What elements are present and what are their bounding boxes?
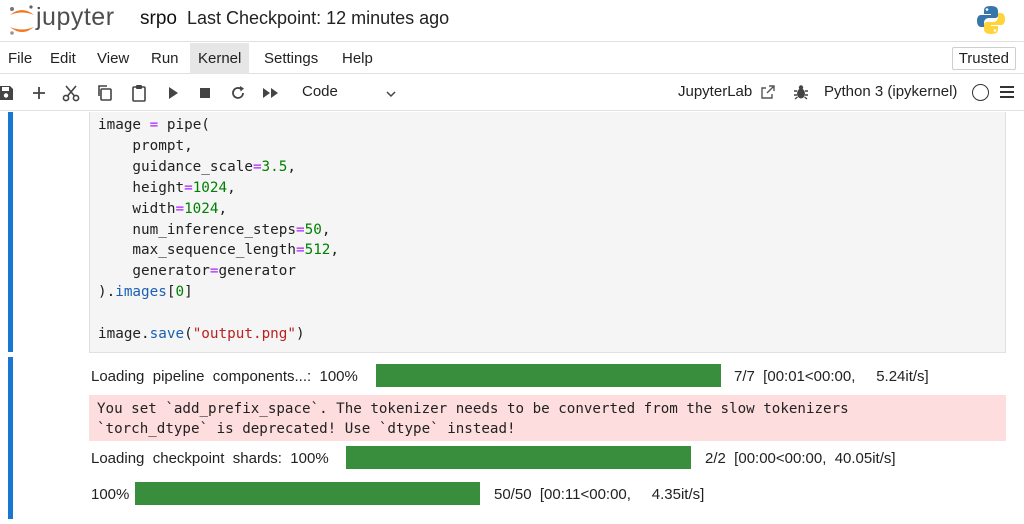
code-editor[interactable]: image = pipe( prompt, guidance_scale=3.5… <box>89 112 1006 353</box>
python-logo-icon <box>977 6 1005 34</box>
menu-file[interactable]: File <box>0 43 40 74</box>
code-line-8: generator=generator <box>98 263 296 280</box>
debugger-bug-icon[interactable] <box>792 83 810 101</box>
external-link-icon[interactable] <box>760 84 776 100</box>
paste-icon[interactable] <box>129 83 149 103</box>
progress-stats-shards: 2/2 [00:00<00:00, 40.05it/s] <box>705 450 896 467</box>
chevron-down-icon[interactable] <box>384 87 398 101</box>
notebook-name[interactable]: srpo <box>140 8 177 30</box>
checkpoint-status: Last Checkpoint: 12 minutes ago <box>187 8 450 28</box>
menu-kernel[interactable]: Kernel <box>190 43 250 74</box>
code-line-9: ).images[0] <box>98 284 193 301</box>
add-cell-icon[interactable] <box>29 83 49 103</box>
code-line-1: image = pipe( <box>98 117 210 133</box>
code-text[interactable]: image = pipe( prompt, guidance_scale=3.5… <box>98 115 339 345</box>
menu-edit[interactable]: Edit <box>42 43 84 74</box>
open-jupyterlab-button[interactable]: JupyterLab <box>678 83 752 100</box>
progress-stats-pipeline: 7/7 [00:01<00:00, 5.24it/s] <box>734 368 929 385</box>
notebook-panel: image = pipe( prompt, guidance_scale=3.5… <box>0 112 1024 524</box>
copy-icon[interactable] <box>95 83 115 103</box>
save-icon[interactable] <box>0 83 16 103</box>
menu-help[interactable]: Help <box>334 43 381 74</box>
progress-label-shards: Loading checkpoint shards: 100% <box>91 450 329 467</box>
stop-icon[interactable] <box>195 83 215 103</box>
code-line-11: image.save("output.png") <box>98 326 305 343</box>
output-collapser[interactable] <box>8 357 13 519</box>
restart-icon[interactable] <box>228 83 248 103</box>
cut-icon[interactable] <box>61 83 81 103</box>
progress-stats-inference: 50/50 [00:11<00:00, 4.35it/s] <box>494 486 705 503</box>
menu-hamburger-icon[interactable] <box>999 85 1015 99</box>
run-all-icon[interactable] <box>261 83 281 103</box>
run-icon[interactable] <box>163 83 183 103</box>
stderr-output: You set `add_prefix_space`. The tokenize… <box>89 395 1006 441</box>
code-line-3: guidance_scale=3.5, <box>98 158 296 175</box>
stderr-line-1: You set `add_prefix_space`. The tokenize… <box>97 401 849 417</box>
code-line-2: prompt, <box>98 137 193 154</box>
menu-bar: File Edit View Run Kernel Settings Help … <box>0 43 1024 74</box>
cell-type-select[interactable]: Code <box>302 83 338 100</box>
progress-label-pipeline: Loading pipeline components...: 100% <box>91 368 358 385</box>
notebook-toolbar: Code JupyterLab Python 3 (ipykernel) <box>0 75 1024 111</box>
code-line-4: height=1024, <box>98 179 236 196</box>
kernel-status-icon <box>972 84 989 101</box>
code-line-6: num_inference_steps=50, <box>98 221 331 238</box>
kernel-name[interactable]: Python 3 (ipykernel) <box>824 83 957 100</box>
jupyter-logo-text: jupyter <box>36 3 115 31</box>
trusted-button[interactable]: Trusted <box>951 47 1016 70</box>
progress-bar-inference <box>135 482 480 505</box>
code-line-7: max_sequence_length=512, <box>98 242 340 259</box>
progress-label-inference: 100% <box>91 486 130 503</box>
code-cell-collapser[interactable] <box>8 112 13 352</box>
code-line-5: width=1024, <box>98 200 228 217</box>
title-bar: jupyter srpo Last Checkpoint: 12 minutes… <box>0 0 1024 42</box>
stderr-line-2: `torch_dtype` is deprecated! Use `dtype`… <box>97 421 516 437</box>
progress-bar-pipeline <box>376 364 721 387</box>
menu-settings[interactable]: Settings <box>256 43 326 74</box>
menu-view[interactable]: View <box>89 43 137 74</box>
menu-run[interactable]: Run <box>143 43 187 74</box>
progress-bar-shards <box>346 446 691 469</box>
